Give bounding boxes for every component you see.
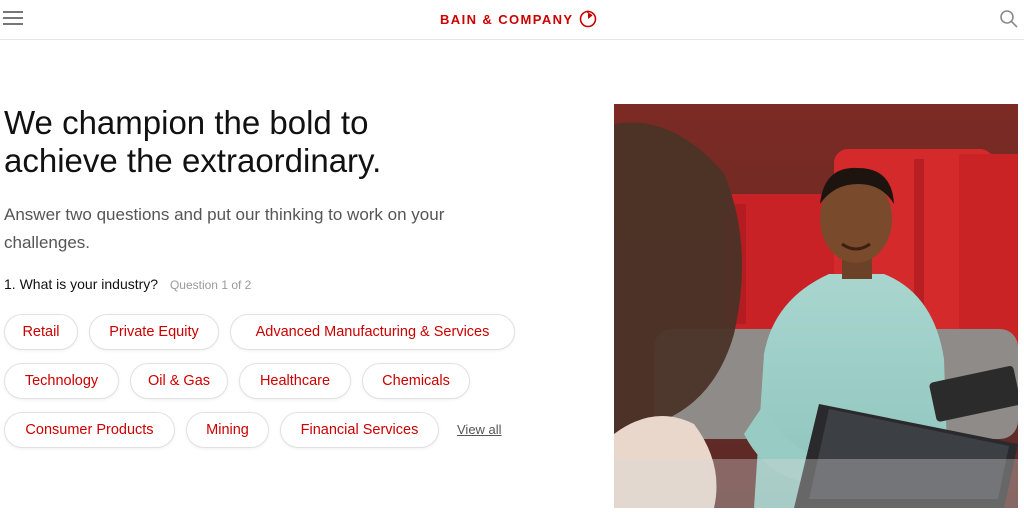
question-counter: Question 1 of 2 [169,278,252,292]
industry-chip-chemicals[interactable]: Chemicals [362,363,470,399]
industry-chip-consumer-products[interactable]: Consumer Products [4,412,175,448]
search-icon[interactable] [999,9,1019,29]
industry-chip-oil-gas[interactable]: Oil & Gas [130,363,228,399]
industry-chip-technology[interactable]: Technology [4,363,119,399]
site-header: BAIN & COMPANY [0,0,1024,40]
hero-title: We champion the bold to achieve the extr… [4,104,524,180]
hamburger-menu-icon[interactable] [3,11,23,27]
hero-title-line1: We champion the bold to [4,104,369,141]
logo-text: BAIN & COMPANY [440,11,574,27]
hero-photo [614,104,1018,508]
industry-chip-healthcare[interactable]: Healthcare [239,363,351,399]
industry-chip-retail[interactable]: Retail [4,314,78,350]
hero-subtitle: Answer two questions and put our thinkin… [4,205,445,252]
industry-chip-private-equity[interactable]: Private Equity [89,314,219,350]
view-all-link[interactable]: View all [457,422,502,437]
question-heading: 1. What is your industry? Question 1 of … [4,276,251,292]
hero-title-line2: achieve the extraordinary. [4,142,382,179]
question-label: 1. What is your industry? [4,276,159,292]
industry-chip-financial-services[interactable]: Financial Services [280,412,439,448]
logo-mark-icon [580,10,597,28]
bain-logo[interactable]: BAIN & COMPANY [440,9,597,29]
industry-chip-mining[interactable]: Mining [186,412,269,448]
industry-chip-advanced-manufacturing[interactable]: Advanced Manufacturing & Services [230,314,515,350]
